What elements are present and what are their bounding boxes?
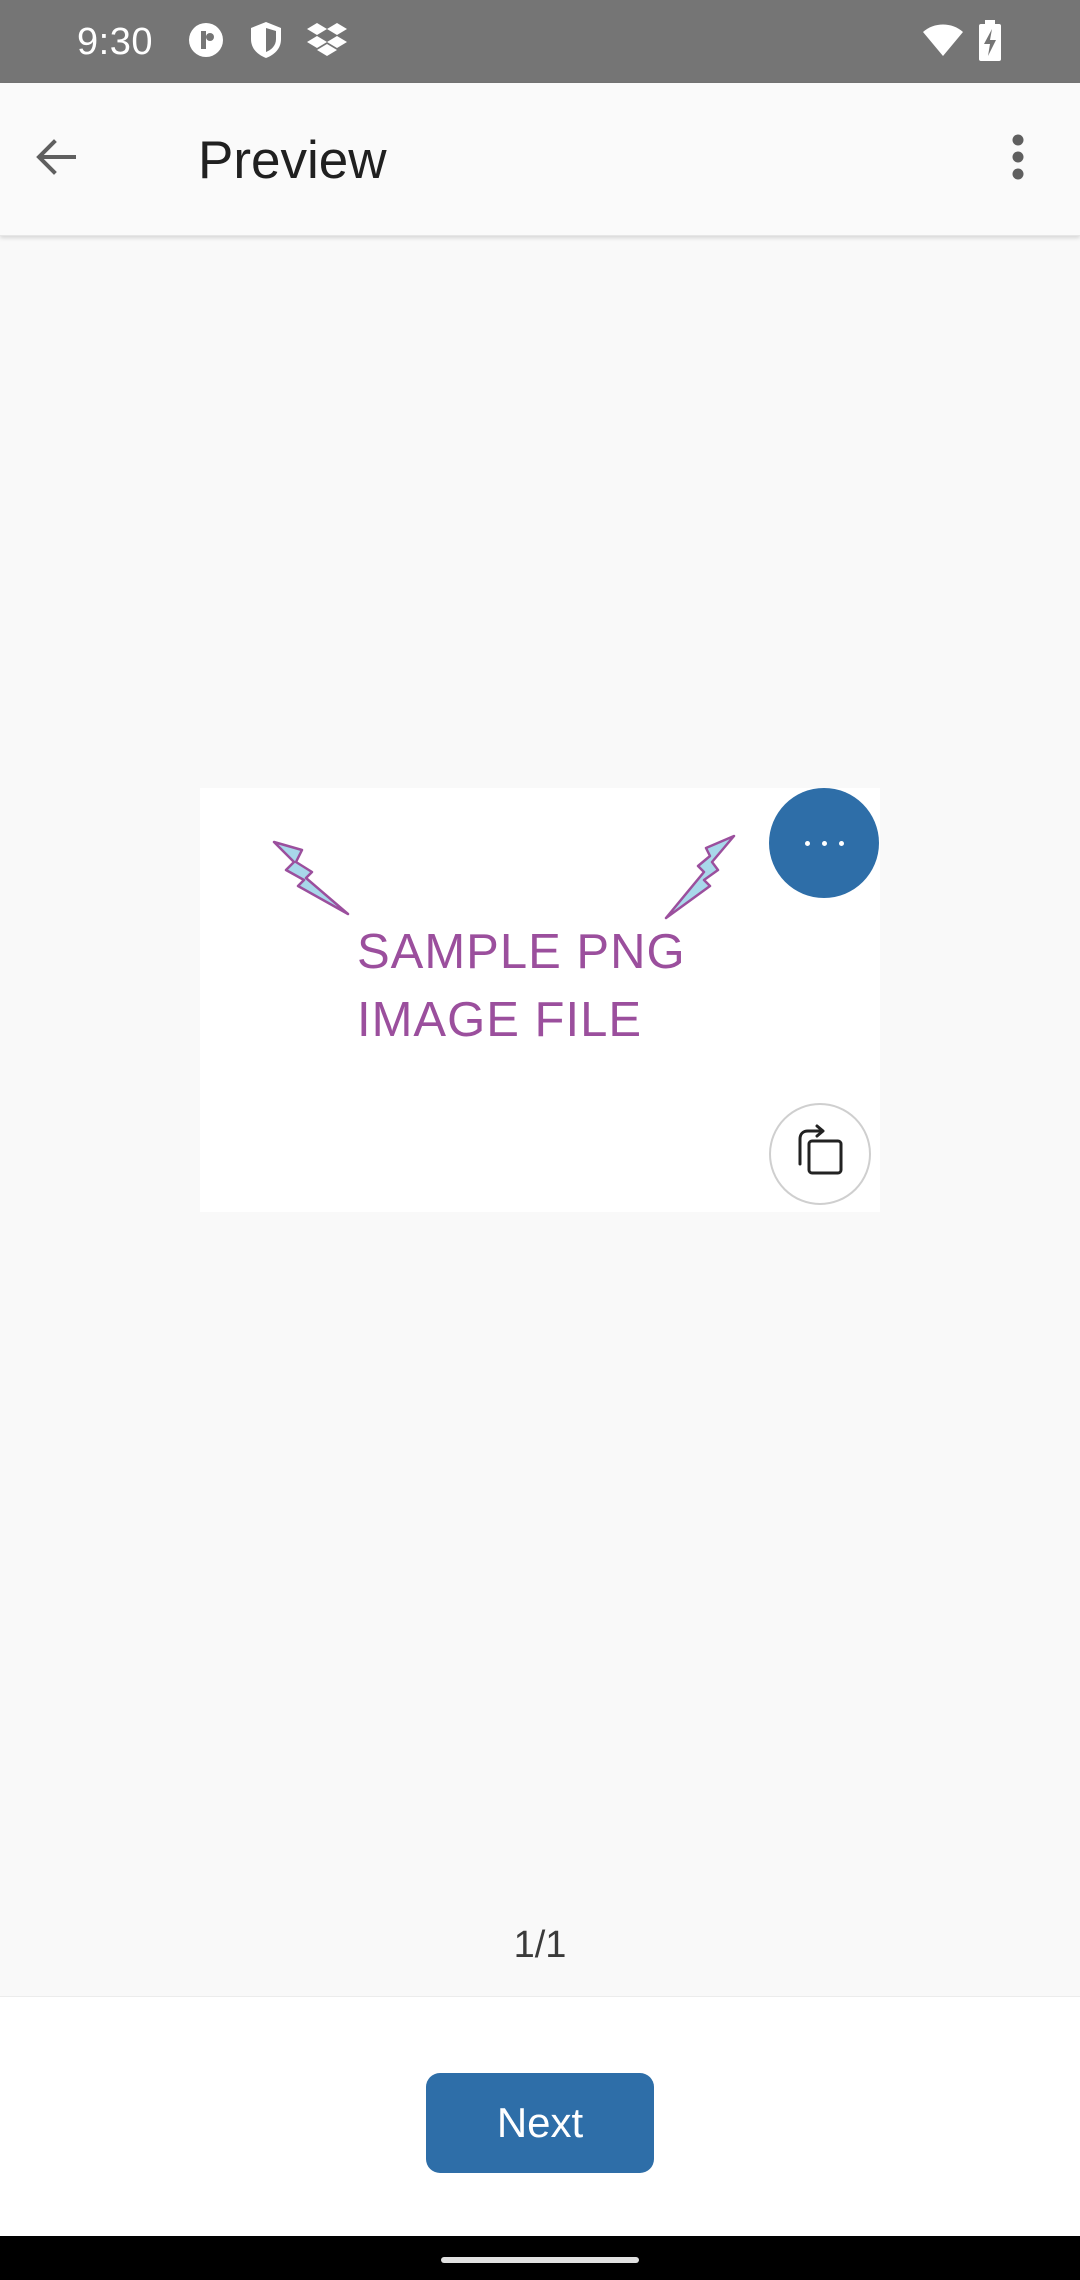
image-options-button[interactable] (769, 788, 879, 898)
more-horiz-dot (838, 840, 844, 846)
more-options-button[interactable] (980, 121, 1056, 197)
page-indicator: 1/1 (513, 1924, 567, 1966)
bottom-action-bar: Next (0, 1996, 1080, 2237)
screen: 9:30 Preview SAMPLE PNG IMAGE FILE 1/1 N… (0, 0, 1080, 2280)
back-button[interactable] (18, 121, 94, 197)
more-horiz-icon (804, 840, 810, 846)
navigation-bar (0, 2236, 1080, 2280)
lightning-bolt-left-icon (272, 840, 350, 916)
app-bar: Preview (0, 83, 1080, 236)
more-vert-icon (1012, 133, 1024, 186)
status-time: 9:30 (77, 21, 153, 63)
page-title: Preview (198, 131, 387, 190)
battery-charging-icon (978, 20, 1002, 67)
arrow-back-icon (32, 133, 80, 186)
more-horiz-dot (821, 840, 827, 846)
shield-icon (248, 20, 284, 65)
rotate-icon (792, 1124, 848, 1185)
status-bar: 9:30 (0, 0, 1080, 83)
rotate-button[interactable] (769, 1103, 871, 1205)
next-button[interactable]: Next (426, 2073, 654, 2173)
dropbox-icon (306, 20, 348, 65)
home-gesture-handle[interactable] (441, 2257, 639, 2263)
p-circle-icon (186, 20, 226, 65)
image-text-line-1: SAMPLE PNG (357, 925, 686, 979)
image-text-line-2: IMAGE FILE (357, 993, 643, 1047)
wifi-icon (922, 22, 964, 63)
